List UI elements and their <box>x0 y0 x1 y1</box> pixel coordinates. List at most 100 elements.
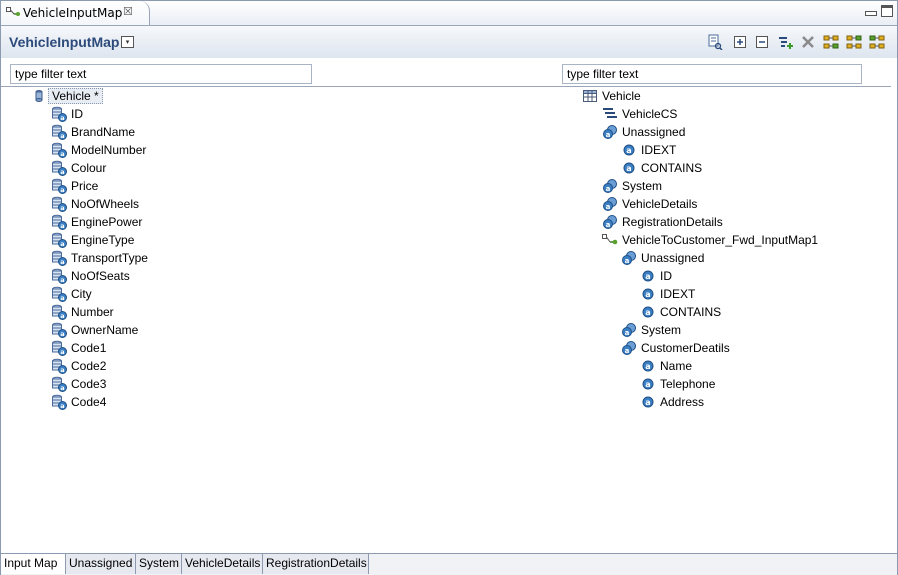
tree-field-item[interactable]: a Colour <box>51 159 106 177</box>
tree-node-item[interactable]: a IDEXT <box>621 141 676 159</box>
tree-node-item[interactable]: a CONTAINS <box>621 159 702 177</box>
svg-text:a: a <box>645 290 650 299</box>
tree-node-item[interactable]: a Name <box>640 357 692 375</box>
svg-text:a: a <box>625 257 630 265</box>
layout-icon[interactable] <box>869 34 885 50</box>
svg-text:a: a <box>60 258 64 266</box>
collapse-all-icon[interactable] <box>754 34 770 50</box>
editor-tab-label: VehicleInputMap <box>23 6 123 20</box>
tree-node-item[interactable]: a Telephone <box>640 375 715 393</box>
close-icon[interactable]: ☒ <box>123 5 133 18</box>
tree-field-item[interactable]: a NoOfWheels <box>51 195 139 213</box>
tree-field-item[interactable]: a City <box>51 285 92 303</box>
group-icon: a <box>621 250 637 266</box>
tree-field-item[interactable]: a Code3 <box>51 375 106 393</box>
svg-text:a: a <box>60 240 64 248</box>
tree-node-item[interactable]: VehicleCS <box>602 105 677 123</box>
tree-node-item[interactable]: a System <box>621 321 681 339</box>
attribute-icon: a <box>621 142 637 158</box>
tree-item-label: Price <box>71 179 99 193</box>
tab-system[interactable]: System <box>136 554 182 574</box>
tree-field-item[interactable]: a OwnerName <box>51 321 138 339</box>
tree-field-item[interactable]: a ID <box>51 105 83 123</box>
attribute-icon: a <box>640 286 656 302</box>
minimize-button[interactable] <box>865 11 877 16</box>
title-menu-button[interactable]: ▾ <box>121 36 134 48</box>
field-icon: a <box>51 358 67 374</box>
tree-node-item[interactable]: Vehicle <box>582 87 641 105</box>
attribute-icon: a <box>621 160 637 176</box>
tree-field-item[interactable]: a Number <box>51 303 114 321</box>
tree-item-label: Code4 <box>71 395 107 409</box>
group-icon: a <box>602 214 618 230</box>
tree-field-item[interactable]: a EngineType <box>51 231 134 249</box>
tree-item-label: Address <box>660 395 705 409</box>
tree-node-item[interactable]: a System <box>602 177 662 195</box>
tab-input-map[interactable]: Input Map <box>1 554 66 574</box>
tab-registration-details[interactable]: RegistrationDetails <box>263 554 369 574</box>
bottom-tab-bar: Input Map Unassigned System VehicleDetai… <box>1 553 897 575</box>
svg-text:a: a <box>60 276 64 284</box>
tree-item-label: IDEXT <box>641 143 677 157</box>
group-icon: a <box>621 322 637 338</box>
tree-node-item[interactable]: a VehicleDetails <box>602 195 697 213</box>
tab-vehicle-details[interactable]: VehicleDetails <box>182 554 263 574</box>
tree-node-item[interactable]: a RegistrationDetails <box>602 213 723 231</box>
tree-root-vehicle[interactable]: Vehicle * <box>31 87 103 105</box>
svg-text:a: a <box>60 312 64 320</box>
tree-node-item[interactable]: VehicleToCustomer_Fwd_InputMap1 <box>602 231 818 249</box>
svg-text:a: a <box>645 398 650 407</box>
tree-node-item[interactable]: a Address <box>640 393 704 411</box>
field-icon: a <box>51 214 67 230</box>
attribute-icon: a <box>640 268 656 284</box>
field-icon: a <box>51 286 67 302</box>
svg-text:a: a <box>626 164 631 173</box>
tree-field-item[interactable]: a Price <box>51 177 98 195</box>
tree-node-item[interactable]: a Unassigned <box>602 123 685 141</box>
tree-field-item[interactable]: a BrandName <box>51 123 135 141</box>
editor-tab[interactable]: VehicleInputMap ☒ <box>1 1 150 25</box>
tree-field-item[interactable]: a EnginePower <box>51 213 142 231</box>
tab-unassigned[interactable]: Unassigned <box>66 554 136 574</box>
search-record-icon[interactable] <box>707 34 723 51</box>
tree-item-label: CustomerDeatils <box>641 341 730 355</box>
layout-icon[interactable] <box>823 34 839 50</box>
left-filter-input[interactable]: type filter text <box>10 64 312 84</box>
right-filter-input[interactable]: type filter text <box>562 64 862 84</box>
maximize-button[interactable] <box>881 5 893 17</box>
expand-all-icon[interactable] <box>732 34 748 50</box>
field-icon: a <box>51 340 67 356</box>
tree-field-item[interactable]: a Code4 <box>51 393 106 411</box>
svg-text:a: a <box>606 185 611 193</box>
svg-text:a: a <box>60 348 64 356</box>
svg-text:a: a <box>60 384 64 392</box>
tree-item-label: Telephone <box>660 377 716 391</box>
tree-item-label: BrandName <box>71 125 136 139</box>
editor-tab-strip: VehicleInputMap ☒ <box>1 1 897 26</box>
column-set-icon <box>602 106 618 122</box>
tree-field-item[interactable]: a Code2 <box>51 357 106 375</box>
svg-text:a: a <box>60 402 64 410</box>
tree-field-item[interactable]: a TransportType <box>51 249 148 267</box>
svg-text:a: a <box>645 308 650 317</box>
svg-text:a: a <box>60 204 64 212</box>
tree-node-item[interactable]: a CustomerDeatils <box>621 339 730 357</box>
tree-field-item[interactable]: a NoOfSeats <box>51 267 130 285</box>
tree-field-item[interactable]: a ModelNumber <box>51 141 146 159</box>
tree-field-item[interactable]: a Code1 <box>51 339 106 357</box>
tree-item-label: VehicleDetails <box>622 197 698 211</box>
tree-node-item[interactable]: a Unassigned <box>621 249 704 267</box>
tree-node-item[interactable]: a IDEXT <box>640 285 695 303</box>
tree-item-label: Name <box>660 359 693 373</box>
tree-item-label: IDEXT <box>660 287 696 301</box>
field-icon: a <box>51 394 67 410</box>
svg-text:a: a <box>625 329 630 337</box>
add-mapping-icon[interactable] <box>777 34 793 50</box>
tree-node-item[interactable]: a ID <box>640 267 672 285</box>
svg-text:a: a <box>606 131 611 139</box>
tree-node-item[interactable]: a CONTAINS <box>640 303 721 321</box>
tree-item-label: Code2 <box>71 359 107 373</box>
delete-icon[interactable] <box>800 34 816 50</box>
tree-item-label: NoOfWheels <box>71 197 140 211</box>
layout-icon[interactable] <box>846 34 862 50</box>
